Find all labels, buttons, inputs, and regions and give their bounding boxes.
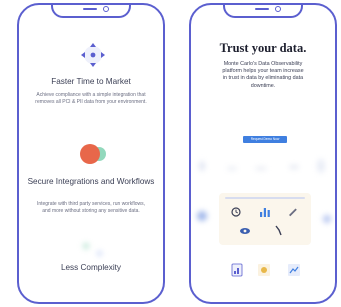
camera — [275, 6, 281, 12]
hero-description: Monte Carlo's Data Observability platfor… — [222, 61, 304, 89]
speaker — [255, 8, 269, 10]
overlapping-circles-icon — [80, 144, 106, 164]
feature-heading: Secure Integrations and Workflows — [27, 177, 155, 186]
phone-notch — [51, 5, 131, 18]
speaker — [83, 8, 97, 10]
feature-heading: Faster Time to Market — [51, 77, 131, 86]
move-arrows-icon — [81, 43, 105, 67]
feature-heading: Less Complexity — [60, 263, 122, 272]
camera — [103, 6, 109, 12]
phone-mockup-right: Trust your data. Monte Carlo's Data Obse… — [189, 3, 337, 304]
decorative-shape — [199, 161, 205, 171]
phone-notch — [223, 5, 303, 18]
eye-icon — [240, 228, 250, 234]
hero-title: Trust your data. — [219, 41, 307, 55]
decorative-shape — [227, 167, 237, 170]
request-demo-button[interactable]: Request Demo Now — [243, 136, 287, 143]
decorative-shape — [197, 211, 207, 221]
report-icon — [288, 264, 300, 276]
decorative-shape — [323, 215, 331, 223]
illustration-bar — [225, 197, 305, 199]
decorative-shape — [97, 251, 102, 256]
pen-icon — [289, 208, 297, 217]
phone-mockup-left: Faster Time to Market Achieve compliance… — [17, 3, 165, 304]
platform-illustration — [219, 193, 311, 245]
decorative-shape — [83, 243, 89, 249]
dashboard-icon — [258, 264, 270, 276]
feature-description: Achieve compliance with a simple integra… — [35, 92, 147, 105]
decorative-shape — [289, 165, 299, 169]
data-card-icon — [231, 263, 243, 277]
wrench-icon — [275, 225, 282, 236]
feature-description: Integrate with third party services, run… — [36, 201, 146, 214]
decorative-shape — [255, 167, 267, 170]
bar-chart-icon — [260, 208, 270, 217]
decorative-shape — [317, 159, 325, 173]
clock-icon — [231, 207, 241, 217]
